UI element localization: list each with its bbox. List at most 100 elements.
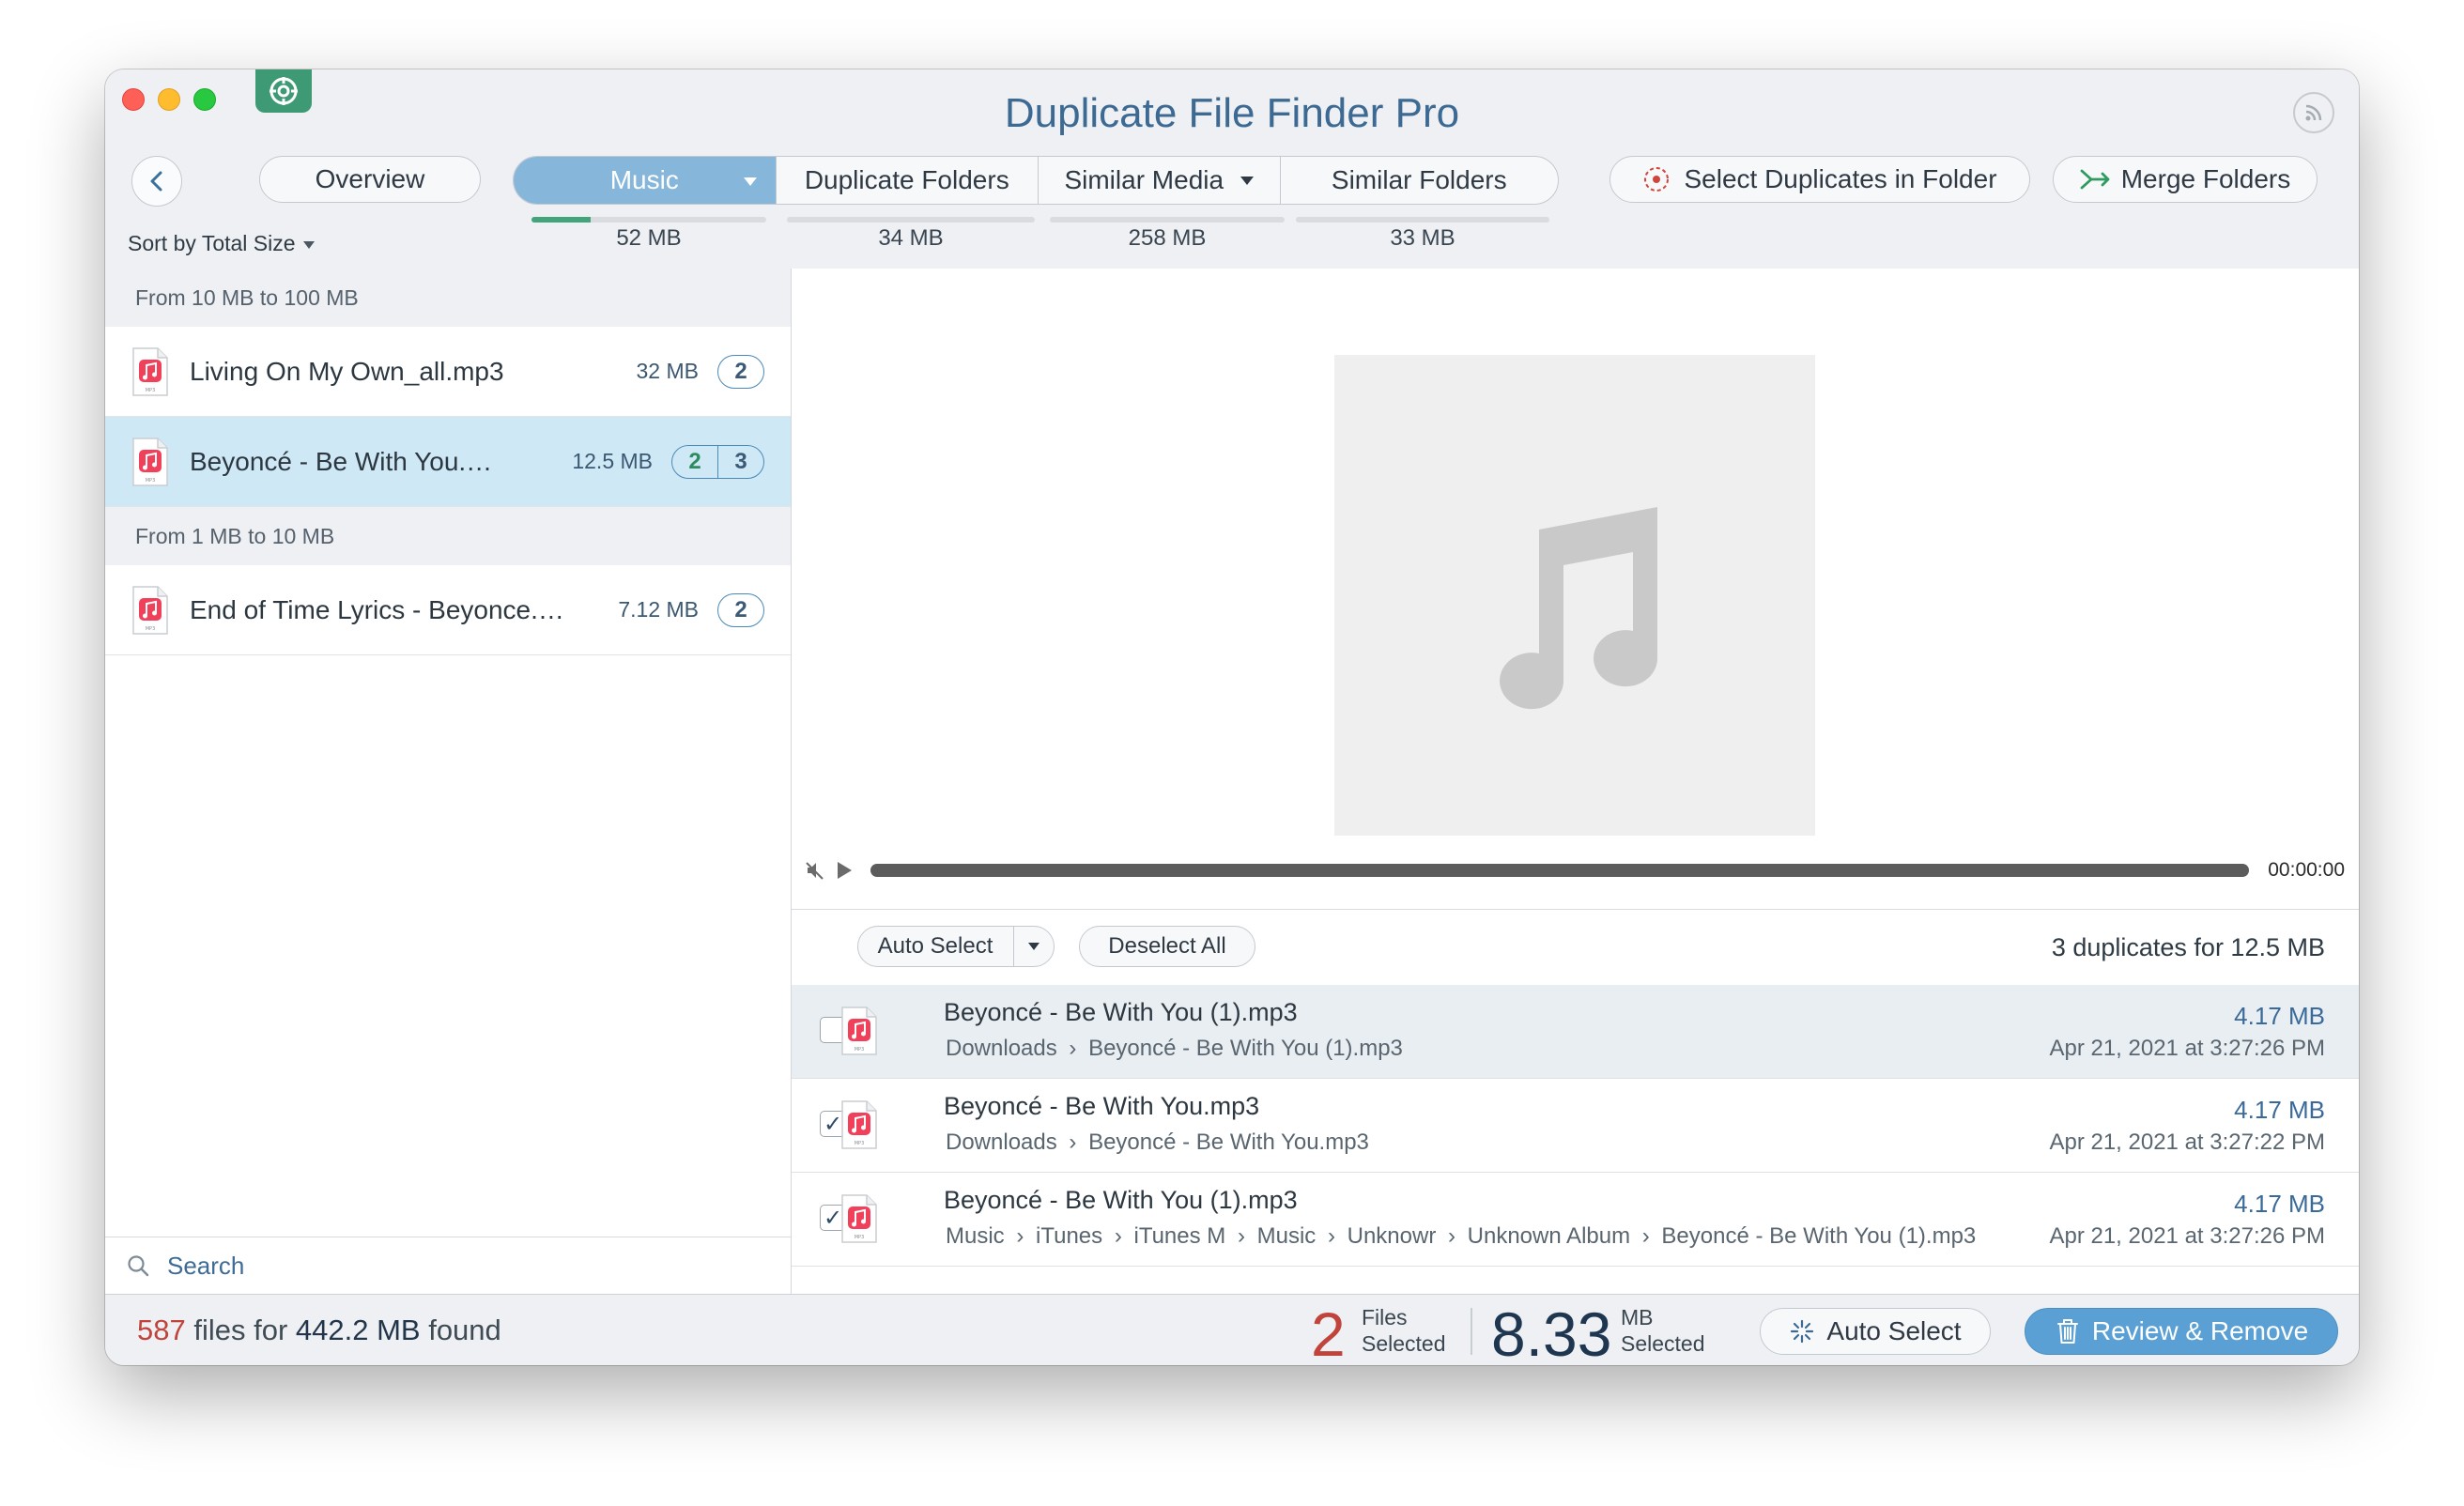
tab-music-label: Music <box>609 165 679 194</box>
file-name: End of Time Lyrics - Beyonce.… <box>190 594 564 624</box>
music-file-icon: MP3 <box>840 1193 878 1244</box>
merge-folders-button[interactable]: Merge Folders <box>2053 156 2318 203</box>
select-duplicates-in-folder-button[interactable]: Select Duplicates in Folder <box>1609 156 2030 203</box>
trash-icon <box>2056 1319 2078 1344</box>
tab-similar-media-label: Similar Media <box>1064 165 1224 194</box>
path-segment[interactable]: Downloads <box>946 1036 1057 1061</box>
tab-duplicate-folders[interactable]: Duplicate Folders <box>777 157 1039 204</box>
tab-music[interactable]: Music <box>514 157 777 204</box>
path-segment[interactable]: Beyoncé - Be With You (1).mp3 <box>1088 1036 1403 1061</box>
similar-media-size-label: 258 MB <box>1128 225 1207 251</box>
path-segment[interactable]: Beyoncé - Be With You (1).mp3 <box>1661 1223 1976 1249</box>
sort-label: Sort by Total Size <box>128 231 296 255</box>
list-item-selected[interactable]: MP3 Beyoncé - Be With You.… 12.5 MB 2 3 <box>105 417 791 507</box>
path-segment[interactable]: iTunes M <box>1133 1223 1225 1249</box>
sort-dropdown[interactable]: Sort by Total Size <box>128 231 315 256</box>
path-separator: › <box>1062 1130 1084 1155</box>
duplicate-file-size: 4.17 MB <box>2234 1190 2325 1218</box>
duplicate-folders-size-label: 34 MB <box>878 225 944 251</box>
album-artwork <box>1334 355 1815 836</box>
path-segment[interactable]: Downloads <box>946 1130 1057 1155</box>
path-separator: › <box>1062 1036 1084 1061</box>
back-chevron-icon <box>150 171 162 192</box>
preview-area: 00:00:00 <box>792 269 2359 910</box>
chevron-down-icon[interactable] <box>743 177 757 186</box>
file-name: Living On My Own_all.mp3 <box>190 356 504 386</box>
duplicate-count-badge: 2 3 <box>671 444 764 479</box>
path-segment[interactable]: Beyoncé - Be With You.mp3 <box>1088 1130 1369 1155</box>
similar-media-progress <box>1050 217 1285 223</box>
duplicate-row[interactable]: MP3 Beyoncé - Be With You (1).mp3 Downlo… <box>792 985 2359 1079</box>
audio-player: 00:00:00 <box>805 854 2345 886</box>
svg-text:MP3: MP3 <box>855 1235 865 1240</box>
path-segment[interactable]: Unknowr <box>1348 1223 1437 1249</box>
duplicate-row[interactable]: ✓ MP3 Beyoncé - Be With You.mp3 Download… <box>792 1079 2359 1173</box>
files-found-suffix: found <box>420 1314 501 1346</box>
list-item[interactable]: MP3 End of Time Lyrics - Beyonce.… 7.12 … <box>105 565 791 655</box>
back-button[interactable] <box>131 156 182 207</box>
duplicate-file-name: Beyoncé - Be With You (1).mp3 <box>944 998 1298 1026</box>
review-remove-button[interactable]: Review & Remove <box>2025 1308 2338 1355</box>
music-file-icon: MP3 <box>840 1099 878 1150</box>
auto-select-dropdown[interactable]: Auto Select <box>857 926 1055 967</box>
overview-button[interactable]: Overview <box>259 156 481 203</box>
rss-icon[interactable] <box>2293 92 2334 133</box>
window-title: Duplicate File Finder Pro <box>1004 90 1460 136</box>
file-size: 12.5 MB <box>572 449 653 473</box>
tab-similar-media[interactable]: Similar Media <box>1039 157 1281 204</box>
selected-count-value: 2 <box>688 448 701 474</box>
selected-label: Selected <box>1362 1331 1446 1356</box>
chevron-down-icon <box>1028 943 1040 950</box>
duplicate-count-badge: 2 <box>717 354 764 389</box>
group-header: From 10 MB to 100 MB <box>105 269 791 327</box>
list-item[interactable]: MP3 Living On My Own_all.mp3 32 MB 2 <box>105 327 791 417</box>
auto-select-menu-button[interactable] <box>1013 927 1054 966</box>
files-count: 587 <box>137 1314 186 1346</box>
count-value: 2 <box>734 358 747 384</box>
svg-text:MP3: MP3 <box>855 1141 865 1146</box>
auto-select-button[interactable]: Auto Select <box>1760 1308 1991 1355</box>
merge-folders-label: Merge Folders <box>2120 164 2291 193</box>
music-progress-fill <box>531 217 591 223</box>
path-segment[interactable]: Unknown Album <box>1468 1223 1630 1249</box>
play-icon[interactable] <box>835 860 854 881</box>
file-size: 7.12 MB <box>618 597 699 622</box>
files-selected-label: Files Selected <box>1362 1304 1446 1357</box>
music-file-icon: MP3 <box>131 346 169 397</box>
detail-pane: 00:00:00 Auto Select Deselect All 3 dupl… <box>792 269 2359 1294</box>
path-segment[interactable]: iTunes <box>1036 1223 1102 1249</box>
category-tabs: Music Duplicate Folders Similar Media Si… <box>513 156 1559 205</box>
duplicate-folders-progress <box>787 217 1035 223</box>
search-icon <box>128 1255 149 1277</box>
deselect-all-button[interactable]: Deselect All <box>1079 926 1255 967</box>
duplicate-row[interactable]: ✓ MP3 Beyoncé - Be With You (1).mp3 Musi… <box>792 1173 2359 1267</box>
path-segment[interactable]: Music <box>1257 1223 1317 1249</box>
music-file-icon: MP3 <box>131 437 169 487</box>
tab-similar-folders[interactable]: Similar Folders <box>1281 157 1558 204</box>
playback-scrubber[interactable] <box>870 864 2250 877</box>
search-field[interactable]: Search <box>105 1237 791 1294</box>
auto-select-label: Auto Select <box>877 933 993 959</box>
duplicate-file-date: Apr 21, 2021 at 3:27:26 PM <box>2049 1223 2325 1249</box>
duplicate-file-name: Beyoncé - Be With You.mp3 <box>944 1092 1260 1120</box>
app-window: Duplicate File Finder Pro Overview Music… <box>105 69 2359 1365</box>
mb-selected-label: MB Selected <box>1621 1304 1705 1357</box>
path-separator: › <box>1231 1223 1252 1249</box>
svg-text:MP3: MP3 <box>855 1047 865 1053</box>
sparkle-icon <box>1791 1319 1814 1344</box>
chevron-down-icon[interactable] <box>1240 176 1255 185</box>
target-icon <box>1644 167 1670 192</box>
status-divider <box>1471 1308 1472 1355</box>
music-progress <box>531 217 766 223</box>
path-segment[interactable]: Music <box>946 1223 1005 1249</box>
auto-select-label: Auto Select <box>1826 1316 1962 1345</box>
group-header: From 1 MB to 10 MB <box>105 507 791 565</box>
playback-time: 00:00:00 <box>2268 859 2345 881</box>
file-name: Beyoncé - Be With You.… <box>190 446 493 476</box>
svg-text:MP3: MP3 <box>146 388 156 393</box>
duplicate-file-path: Downloads › Beyoncé - Be With You.mp3 <box>946 1130 1369 1156</box>
mute-icon[interactable] <box>805 860 825 881</box>
files-label: Files <box>1362 1305 1408 1329</box>
music-note-icon <box>1500 507 1658 710</box>
total-count-value: 3 <box>717 445 763 478</box>
